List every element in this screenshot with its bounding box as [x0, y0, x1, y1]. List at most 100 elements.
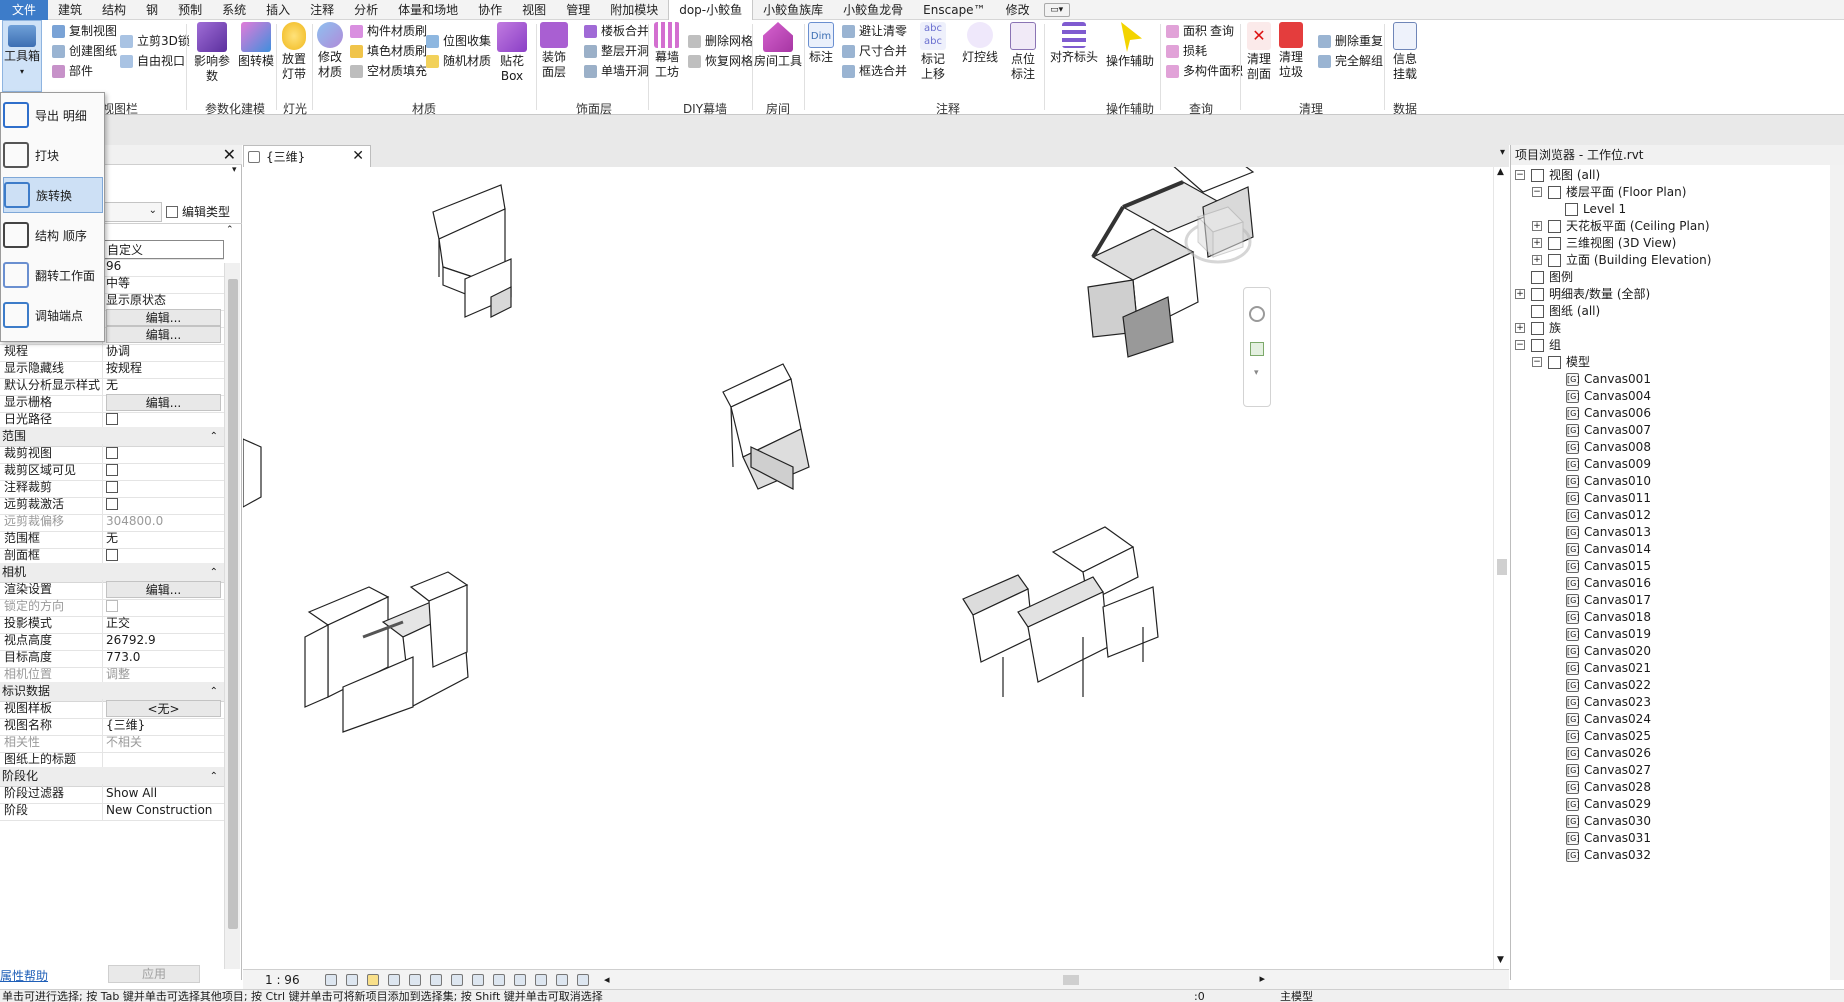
- shadows-icon[interactable]: [388, 973, 400, 986]
- dropdown-item[interactable]: 调轴端点: [3, 297, 103, 333]
- toolbox-button[interactable]: 工具箱 ▾: [2, 20, 42, 92]
- dropdown-item[interactable]: 翻转工作面: [3, 257, 103, 293]
- area-button[interactable]: 面积: [1166, 22, 1207, 40]
- property-edit-button[interactable]: <无>: [106, 700, 221, 717]
- ribbon-toggle-icon[interactable]: ▭▾: [1043, 2, 1070, 17]
- create-sheet-button[interactable]: 创建图纸: [52, 42, 117, 60]
- type-dropdown-icon[interactable]: ▾: [232, 165, 237, 175]
- decor-layer-button[interactable]: 装饰面层: [538, 22, 570, 80]
- temp-hide-icon[interactable]: [493, 973, 505, 986]
- expand-icon[interactable]: +: [1532, 255, 1542, 265]
- checkbox[interactable]: [106, 549, 118, 561]
- frame-merge-button[interactable]: 框选合并: [842, 62, 907, 80]
- scroll-left-icon[interactable]: ◂: [604, 973, 610, 986]
- menu-tab[interactable]: dop-小鲛鱼: [668, 0, 754, 20]
- modify-material-button[interactable]: 修改材质: [314, 22, 346, 80]
- chevron-down-icon[interactable]: ▾: [1254, 368, 1259, 378]
- navigation-bar[interactable]: ▾: [1243, 287, 1271, 407]
- expand-icon[interactable]: +: [1532, 238, 1542, 248]
- property-edit-button[interactable]: 编辑...: [106, 581, 221, 598]
- model-select[interactable]: 主模型: [1280, 990, 1313, 1002]
- empty-fill-button[interactable]: 空材质填充: [350, 62, 427, 80]
- apply-button[interactable]: 应用: [108, 965, 200, 983]
- map-mold-button[interactable]: 图转模: [236, 22, 276, 69]
- paste-box-button[interactable]: 贴花Box: [490, 22, 534, 84]
- shadow-param-button[interactable]: 影响参数: [190, 22, 234, 84]
- crop-3d-button[interactable]: 立剪3D锁: [120, 32, 190, 50]
- menu-tab[interactable]: 分析: [344, 0, 388, 20]
- tree-node-group[interactable]: [G] Canvas032: [1566, 845, 1651, 865]
- checkbox[interactable]: [106, 600, 118, 612]
- op-assist-button[interactable]: 操作辅助: [1104, 22, 1156, 69]
- fill-color-brush-button[interactable]: 填色材质刷: [350, 42, 427, 60]
- crop-view-icon[interactable]: [430, 973, 442, 986]
- scroll-right-icon[interactable]: ▸: [1259, 972, 1265, 985]
- property-edit-button[interactable]: 编辑...: [106, 309, 221, 326]
- worksharing-icon[interactable]: [535, 973, 547, 986]
- render-icon[interactable]: [409, 973, 421, 986]
- light-control-button[interactable]: 灯控线: [960, 22, 1000, 65]
- collapse-icon[interactable]: ⌃: [226, 225, 234, 235]
- full-ungroup-button[interactable]: 完全解组: [1318, 52, 1383, 70]
- place-light-button[interactable]: 放置灯带: [278, 22, 310, 82]
- collapse-icon[interactable]: −: [1515, 170, 1525, 180]
- scroll-up-icon[interactable]: ▲: [1497, 167, 1504, 177]
- expand-icon[interactable]: +: [1532, 221, 1542, 231]
- dropdown-item[interactable]: 结构 顺序: [3, 217, 103, 253]
- checkbox[interactable]: [106, 481, 118, 493]
- restore-grid-button[interactable]: 恢复网格: [688, 52, 753, 70]
- property-edit-button[interactable]: 编辑...: [106, 326, 221, 343]
- menu-tab[interactable]: 插入: [256, 0, 300, 20]
- canvas-scrollbar[interactable]: ▲ ▼: [1493, 167, 1509, 969]
- tab-3d-view[interactable]: {三维} ✕: [243, 145, 371, 167]
- menu-tab[interactable]: 注释: [300, 0, 344, 20]
- lock-view-icon[interactable]: [472, 973, 484, 986]
- dim-button[interactable]: Dim 标注: [806, 22, 836, 65]
- dropdown-item[interactable]: 打块: [3, 137, 103, 173]
- avoid-clear-button[interactable]: 避让清零: [842, 22, 907, 40]
- collapse-icon[interactable]: −: [1515, 340, 1525, 350]
- property-edit-button[interactable]: 编辑...: [106, 394, 221, 411]
- menu-tab[interactable]: 管理: [556, 0, 600, 20]
- expand-icon[interactable]: +: [1515, 323, 1525, 333]
- dim-merge-button[interactable]: 尺寸合并: [842, 42, 907, 60]
- part-button[interactable]: 部件: [52, 62, 93, 80]
- property-value[interactable]: New Construction: [103, 801, 224, 820]
- close-icon[interactable]: ✕: [223, 145, 236, 165]
- properties-scrollbar[interactable]: [224, 263, 240, 969]
- dropdown-item[interactable]: 族转换: [3, 177, 103, 213]
- checkbox[interactable]: [106, 413, 118, 425]
- free-viewport-button[interactable]: 自由视口: [120, 52, 185, 70]
- damage-button[interactable]: 损耗: [1166, 42, 1207, 60]
- align-tag-button[interactable]: 对齐标头: [1048, 22, 1100, 65]
- edit-type-button[interactable]: 编辑类型: [166, 202, 230, 222]
- delete-grid-button[interactable]: 删除网格: [688, 32, 753, 50]
- scroll-down-icon[interactable]: ▼: [1497, 955, 1504, 965]
- menu-tab[interactable]: 修改: [996, 0, 1040, 20]
- analytical-icon[interactable]: [556, 973, 568, 986]
- curtain-wall-button[interactable]: 幕墙工坊: [650, 22, 684, 80]
- menu-tab[interactable]: Enscape™: [913, 0, 995, 20]
- random-material-button[interactable]: 随机材质: [426, 52, 491, 70]
- dropdown-item[interactable]: 导出 明细: [3, 97, 103, 133]
- browser-scrollbar[interactable]: [1830, 165, 1844, 980]
- menu-tab[interactable]: 体量和场地: [388, 0, 468, 20]
- full-opening-button[interactable]: 整层开洞: [584, 42, 649, 60]
- 3d-canvas[interactable]: ▾: [243, 167, 1493, 969]
- delete-dup-button[interactable]: 删除重复: [1318, 32, 1383, 50]
- menu-tab[interactable]: 小鲛鱼族库: [753, 0, 833, 20]
- close-icon[interactable]: ✕: [352, 148, 364, 164]
- clean-trash-button[interactable]: 清理垃圾: [1276, 22, 1306, 80]
- collapse-icon[interactable]: −: [1532, 187, 1542, 197]
- query-button[interactable]: 查询: [1210, 22, 1234, 40]
- reveal-hidden-icon[interactable]: [514, 973, 526, 986]
- checkbox[interactable]: [106, 464, 118, 476]
- collapse-icon[interactable]: −: [1532, 357, 1542, 367]
- component-brush-button[interactable]: 构件材质刷: [350, 22, 427, 40]
- menu-tab[interactable]: 建筑: [48, 0, 92, 20]
- scroll-thumb[interactable]: [228, 279, 238, 929]
- menu-tab[interactable]: 视图: [512, 0, 556, 20]
- menu-tab[interactable]: 结构: [92, 0, 136, 20]
- tag-up-button[interactable]: abc abc 标记上移: [916, 22, 950, 82]
- menu-tab[interactable]: 系统: [212, 0, 256, 20]
